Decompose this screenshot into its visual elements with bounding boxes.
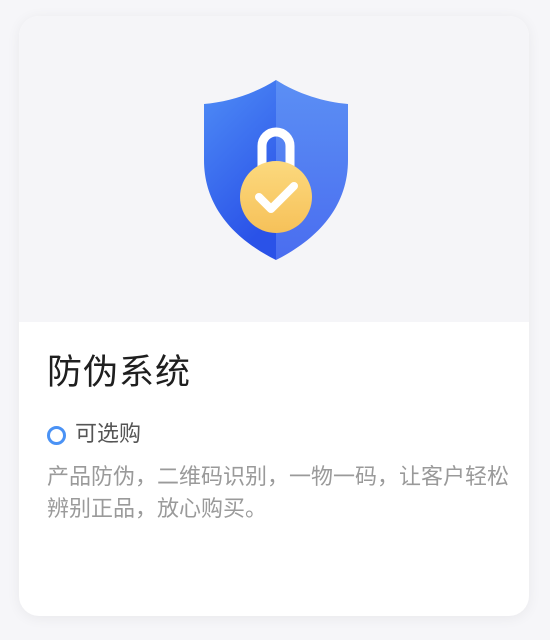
ring-icon — [47, 425, 66, 445]
shield-lock-check-icon — [204, 80, 348, 260]
card-title: 防伪系统 — [47, 353, 192, 393]
optional-purchase-tag: 可选购 — [47, 420, 141, 450]
product-card[interactable]: 防伪系统 可选购 产品防伪，二维码识别，一物一码，让客户轻松辨别正品，放心购买。 — [19, 16, 529, 616]
card-description: 产品防伪，二维码识别，一物一码，让客户轻松辨别正品，放心购买。 — [47, 465, 510, 522]
card-hero — [19, 16, 529, 322]
tag-label: 可选购 — [75, 422, 142, 447]
